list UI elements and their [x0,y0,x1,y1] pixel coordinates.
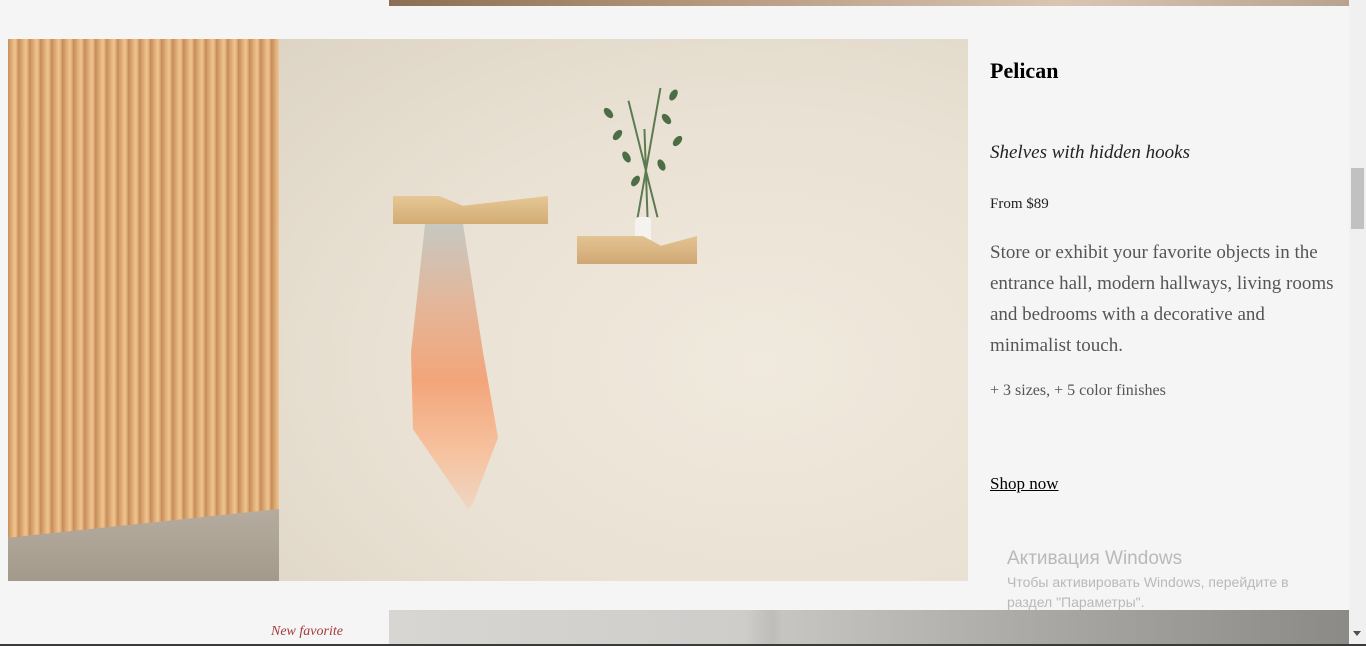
wall [279,39,968,581]
shop-now-link[interactable]: Shop now [990,474,1058,494]
product-options: + 3 sizes, + 5 color finishes [990,382,1166,399]
product-title: Pelican [990,58,1059,83]
product-price: From $89 [990,196,1049,212]
next-product-label: New favorite [271,624,343,639]
product-description: Store or exhibit your favorite objects i… [990,242,1334,356]
watermark-body: Чтобы активировать Windows, перейдите в … [1007,574,1289,610]
scrollbar-track[interactable] [1349,0,1366,646]
page: Pelican Shelves with hidden hooks From $… [0,0,1366,646]
previous-product-image[interactable] [389,0,1349,6]
windows-activation-watermark: Активация Windows Чтобы активировать Win… [1007,548,1337,612]
wood-slat-panel [8,39,279,581]
scrollbar-thumb[interactable] [1351,168,1364,229]
scroll-down-arrow-icon[interactable] [1353,631,1361,636]
next-product-image[interactable] [389,610,1349,646]
product-tagline: Shelves with hidden hooks [990,142,1190,163]
watermark-title: Активация Windows [1007,548,1183,569]
product-image[interactable] [8,39,968,581]
